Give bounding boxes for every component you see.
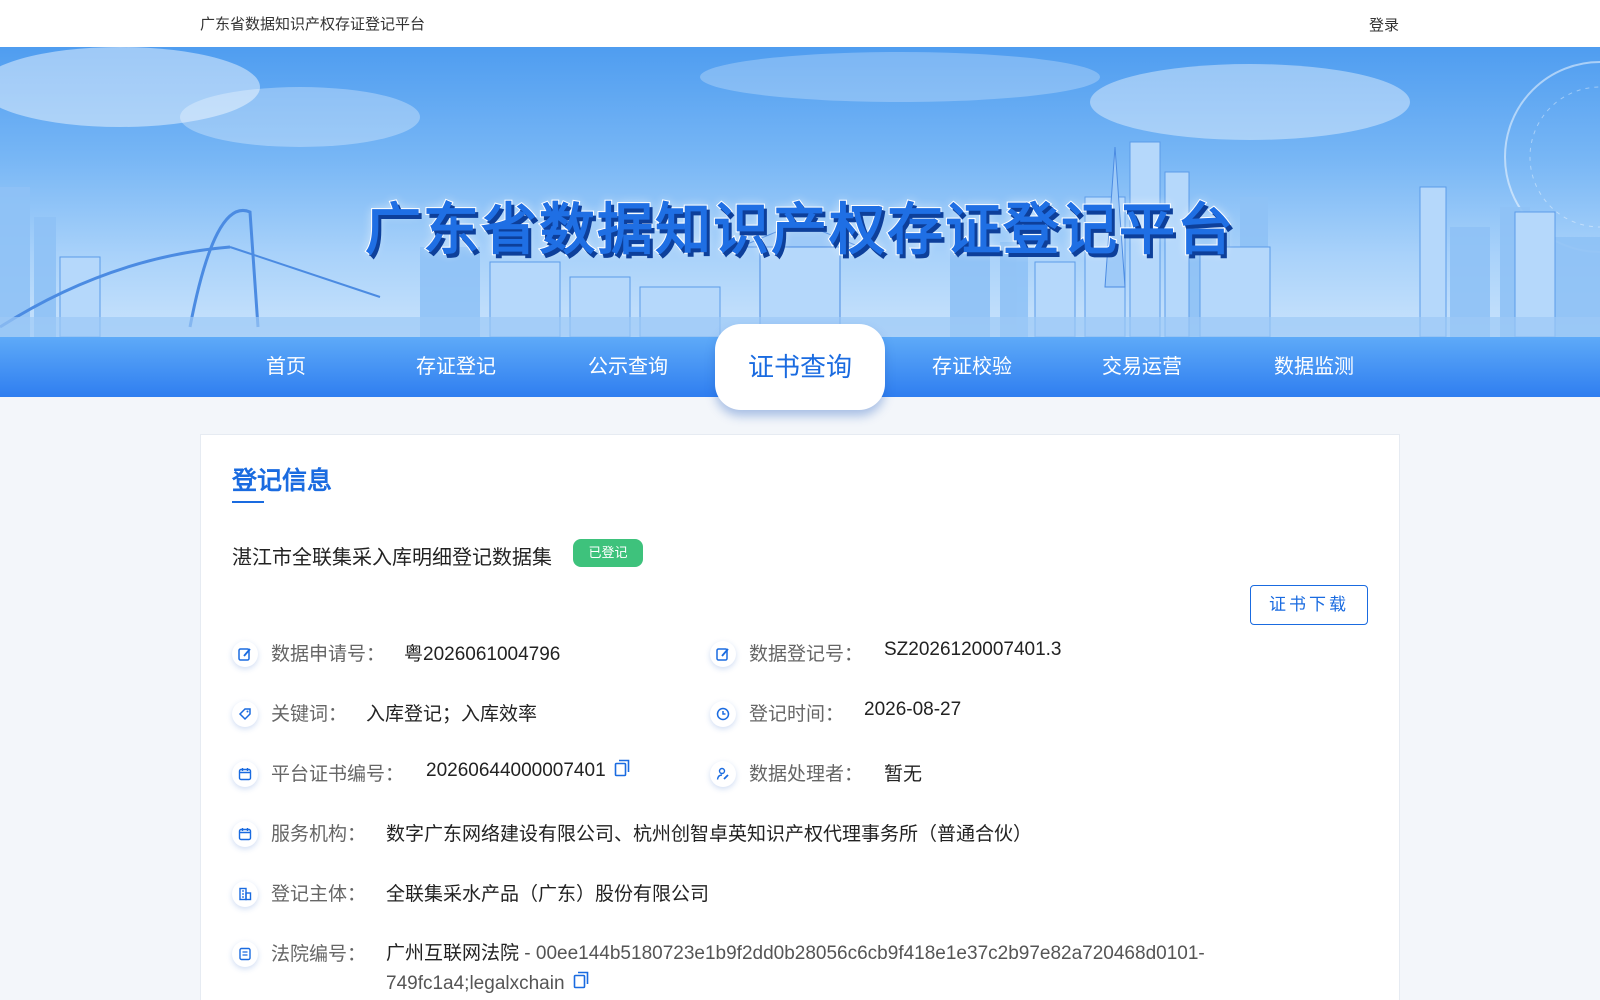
section-title: 登记信息 (232, 467, 333, 495)
hero-banner: 广东省数据知识产权存证登记平台 (0, 47, 1600, 337)
nav-item-monitoring[interactable]: 数据监测 (1239, 337, 1389, 397)
registrant-label: 登记主体： (271, 884, 367, 905)
data-processor-label: 数据处理者： (749, 764, 864, 785)
service-agency-label: 服务机构： (271, 824, 367, 845)
registration-number-label: 数据登记号： (749, 644, 864, 665)
copy-icon[interactable] (614, 759, 630, 783)
document-icon (232, 941, 258, 967)
edit-icon (710, 641, 736, 667)
court-number-label: 法院编号： (271, 944, 367, 965)
nav-item-public-query[interactable]: 公示查询 (553, 337, 703, 397)
status-badge: 已登记 (573, 539, 643, 567)
registration-info-card: 登记信息 湛江市全联集采入库明细登记数据集 已登记 证书下载 数据申请号： 粤2… (200, 434, 1400, 1000)
section-title-underline (232, 501, 264, 503)
field-registration-time: 登记时间： 2026-08-27 (710, 699, 1150, 729)
application-number-label: 数据申请号： (271, 644, 386, 665)
certificate-number-label: 平台证书编号： (271, 764, 405, 785)
registration-time-label: 登记时间： (749, 704, 845, 725)
calendar-icon (232, 761, 258, 787)
field-application-number: 数据申请号： 粤2026061004796 (232, 639, 672, 669)
application-number-value: 粤2026061004796 (404, 644, 561, 665)
court-name: 广州互联网法院 (386, 943, 520, 964)
registrant-value: 全联集采水产品（广东）股份有限公司 (386, 884, 710, 905)
nav-item-trading[interactable]: 交易运营 (1067, 337, 1217, 397)
field-registrant: 登记主体： 全联集采水产品（广东）股份有限公司 (232, 879, 1132, 909)
registration-time-value: 2026-08-27 (864, 699, 962, 720)
registration-number-value: SZ2026120007401.3 (884, 639, 1062, 660)
nav-item-verification[interactable]: 存证校验 (897, 337, 1047, 397)
top-bar: 广东省数据知识产权存证登记平台 登录 (0, 0, 1600, 47)
data-processor-value: 暂无 (884, 764, 923, 785)
keywords-value: 入库登记；入库效率 (366, 704, 538, 725)
copy-icon[interactable] (573, 969, 589, 999)
dataset-name: 湛江市全联集采入库明细登记数据集 (232, 547, 552, 569)
nav-item-home[interactable]: 首页 (211, 337, 361, 397)
clock-icon (710, 701, 736, 727)
tag-icon (232, 701, 258, 727)
field-registration-number: 数据登记号： SZ2026120007401.3 (710, 639, 1150, 669)
user-edit-icon (710, 761, 736, 787)
certificate-number-text: 20260644000007401 (426, 760, 606, 782)
certificate-download-button[interactable]: 证书下载 (1250, 585, 1368, 625)
field-service-agency: 服务机构： 数字广东网络建设有限公司、杭州创智卓英知识产权代理事务所（普通合伙） (232, 819, 1132, 849)
field-data-processor: 数据处理者： 暂无 (710, 759, 1150, 789)
court-number-value: 广州互联网法院 - 00ee144b5180723e1b9f2dd0b28056… (386, 939, 1206, 999)
field-certificate-number: 平台证书编号： 20260644000007401 (232, 759, 672, 789)
certificate-number-value: 20260644000007401 (426, 759, 630, 783)
keywords-label: 关键词： (271, 704, 348, 725)
service-agency-value: 数字广东网络建设有限公司、杭州创智卓英知识产权代理事务所（普通合伙） (386, 824, 1033, 845)
building-icon (232, 881, 258, 907)
nav-item-registration[interactable]: 存证登记 (381, 337, 531, 397)
banner-title: 广东省数据知识产权存证登记平台 (364, 197, 1235, 264)
login-link[interactable]: 登录 (1369, 14, 1399, 35)
field-keywords: 关键词： 入库登记；入库效率 (232, 699, 672, 729)
nav-item-certificate-query[interactable]: 证书查询 (715, 324, 885, 410)
site-name: 广东省数据知识产权存证登记平台 (200, 16, 426, 33)
calendar-icon (232, 821, 258, 847)
edit-icon (232, 641, 258, 667)
